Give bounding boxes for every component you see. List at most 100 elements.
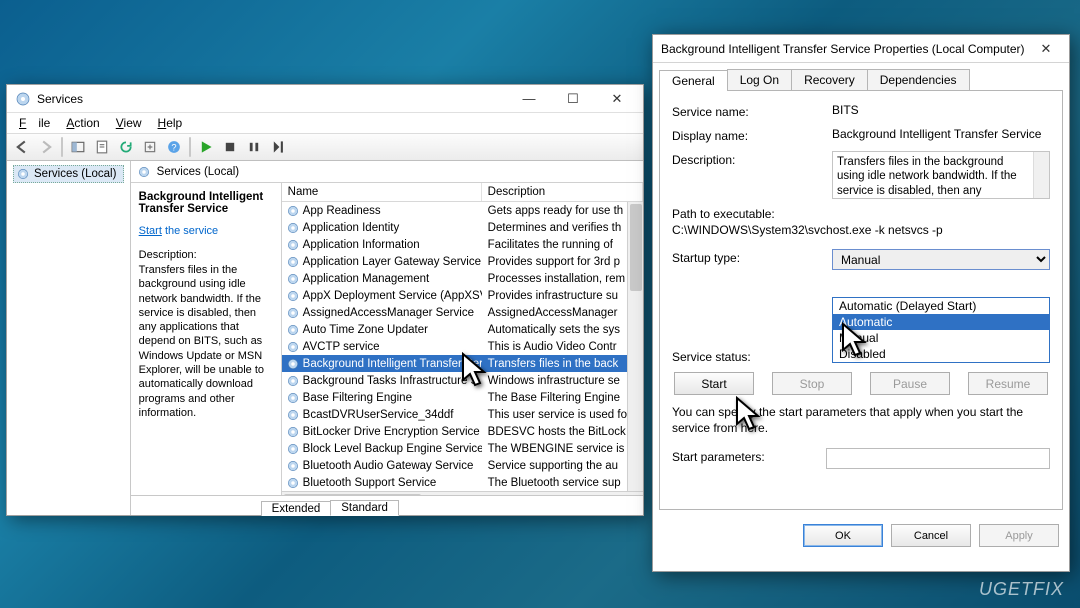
table-row[interactable]: Background Tasks Infrastructure S…Window… [282,372,627,389]
table-row[interactable]: AVCTP serviceThis is Audio Video Contr [282,338,627,355]
dropdown-option[interactable]: Manual [833,330,1049,346]
service-desc: Windows infrastructure se [482,375,627,387]
svg-text:?: ? [171,143,176,153]
table-row[interactable]: BitLocker Drive Encryption ServiceBDESVC… [282,423,627,440]
gear-icon [286,442,300,456]
toolbar-restart-button[interactable] [267,136,289,158]
ok-button[interactable]: OK [803,524,883,547]
display-name-value: Background Intelligent Transfer Service [832,127,1050,143]
path-value: C:\WINDOWS\System32\svchost.exe -k netsv… [672,223,1050,237]
dialog-close-button[interactable]: ✕ [1027,36,1065,62]
service-name: Background Tasks Infrastructure S… [303,375,482,387]
table-row[interactable]: Bluetooth Audio Gateway ServiceService s… [282,457,627,474]
service-desc: Automatically sets the sys [482,324,627,336]
start-button[interactable]: Start [674,372,754,395]
tree-root-label: Services (Local) [34,168,116,180]
start-params-input[interactable] [826,448,1050,469]
table-row[interactable]: BcastDVRUserService_34ddfThis user servi… [282,406,627,423]
description-box[interactable]: Transfers files in the background using … [832,151,1050,199]
gear-icon [286,306,300,320]
close-button[interactable]: ✕ [595,86,639,112]
menu-help[interactable]: Help [152,115,189,131]
table-row[interactable]: AssignedAccessManager ServiceAssignedAcc… [282,304,627,321]
dropdown-option[interactable]: Automatic (Delayed Start) [833,298,1049,314]
menu-view[interactable]: View [110,115,148,131]
dialog-titlebar[interactable]: Background Intelligent Transfer Service … [653,35,1069,63]
pause-button: Pause [870,372,950,395]
table-row[interactable]: Application IdentityDetermines and verif… [282,219,627,236]
table-row[interactable]: Application Management Processes installa… [282,270,627,287]
service-name: Application Management [303,273,430,285]
vertical-scrollbar[interactable] [627,202,643,491]
minimize-button[interactable]: — [507,86,551,112]
service-name: App Readiness [303,205,381,217]
dropdown-option[interactable]: Disabled [833,346,1049,362]
detail-desc: Transfers files in the background using … [139,263,273,420]
gear-icon [286,238,300,252]
toolbar-properties-button[interactable] [91,136,113,158]
col-name[interactable]: Name [282,183,482,201]
cancel-button[interactable]: Cancel [891,524,971,547]
table-row[interactable]: Application InformationFacilitates the r… [282,236,627,253]
start-link[interactable]: Start [139,225,162,237]
table-row[interactable]: Base Filtering EngineThe Base Filtering … [282,389,627,406]
menu-action[interactable]: Action [60,115,105,131]
toolbar-help-button[interactable]: ? [163,136,185,158]
gear-icon [286,425,300,439]
service-desc: Determines and verifies th [482,222,627,234]
services-title: Services [37,92,507,106]
gear-icon [286,255,300,269]
service-desc: Provides support for 3rd p [482,256,627,268]
table-row[interactable]: Application Layer Gateway ServiceProvide… [282,253,627,270]
service-name: Bluetooth Support Service [303,477,437,489]
table-row[interactable]: Background Intelligent Transfer ServiceT… [282,355,627,372]
table-row[interactable]: Bluetooth Support Service The Bluetooth s… [282,474,627,491]
gear-icon [286,340,300,354]
menu-file[interactable]: File [13,115,56,131]
startup-dropdown-list[interactable]: Automatic (Delayed Start)AutomaticManual… [832,297,1050,363]
tab-standard[interactable]: Standard [330,500,399,516]
horizontal-scrollbar[interactable]: ◄► [282,491,643,495]
services-titlebar[interactable]: Services — ☐ ✕ [7,85,643,113]
gear-icon [286,323,300,337]
toolbar: ? [7,133,643,161]
gear-icon [286,459,300,473]
service-name: Bluetooth Audio Gateway Service [303,460,474,472]
gear-icon [286,221,300,235]
table-row[interactable]: AppX Deployment Service (AppXSVC)Provide… [282,287,627,304]
toolbar-pause-button[interactable] [243,136,265,158]
path-label: Path to executable: [672,207,1050,221]
tree-root-node[interactable]: Services (Local) [13,165,124,183]
tab-logon[interactable]: Log On [727,69,792,90]
tab-recovery[interactable]: Recovery [791,69,868,90]
col-description[interactable]: Description [482,183,643,201]
toolbar-show-hide-button[interactable] [67,136,89,158]
table-row[interactable]: App ReadinessGets apps ready for use th [282,202,627,219]
tab-extended[interactable]: Extended [261,501,332,516]
nav-back-button[interactable] [11,136,33,158]
toolbar-stop-button[interactable] [219,136,241,158]
service-name: Auto Time Zone Updater [303,324,428,336]
toolbar-start-button[interactable] [195,136,217,158]
maximize-button[interactable]: ☐ [551,86,595,112]
tab-general[interactable]: General [659,70,728,91]
service-desc: The Bluetooth service sup [482,477,627,489]
tab-dependencies[interactable]: Dependencies [867,69,970,90]
service-desc: Processes installation, rem [482,273,627,285]
toolbar-refresh-button[interactable] [115,136,137,158]
table-row[interactable]: Auto Time Zone Updater Automatically sets… [282,321,627,338]
description-scrollbar[interactable] [1033,152,1049,198]
right-header-label: Services (Local) [157,166,239,178]
nav-forward-button[interactable] [35,136,57,158]
apply-button: Apply [979,524,1059,547]
services-icon [15,91,31,107]
toolbar-export-button[interactable] [139,136,161,158]
list-header: Name Description [282,183,643,202]
resume-button: Resume [968,372,1048,395]
dropdown-option[interactable]: Automatic [833,314,1049,330]
table-row[interactable]: Block Level Backup Engine ServiceThe WBE… [282,440,627,457]
startup-type-select[interactable]: Manual [832,249,1050,270]
service-name: AssignedAccessManager Service [303,307,474,319]
gear-icon [286,391,300,405]
service-name: BitLocker Drive Encryption Service [303,426,480,438]
